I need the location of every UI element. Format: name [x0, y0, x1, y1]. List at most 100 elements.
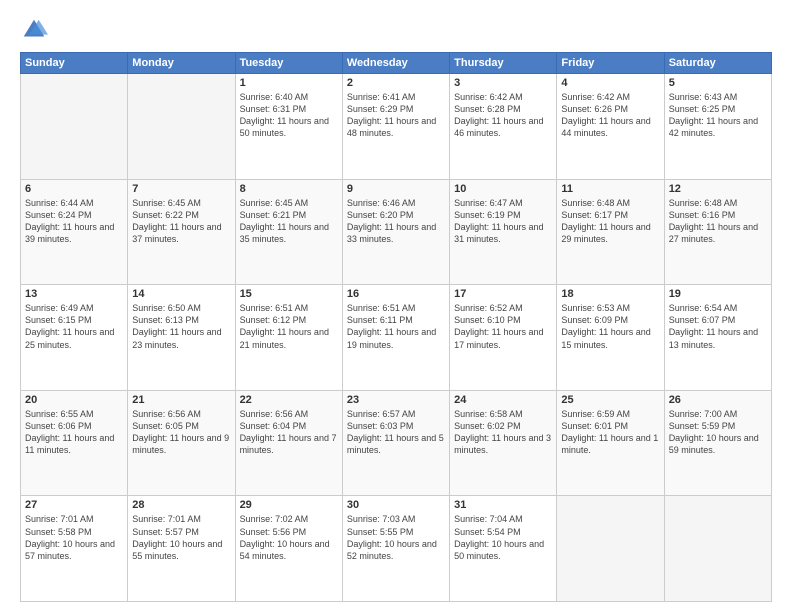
day-number: 31 [454, 499, 552, 511]
calendar-cell: 4 Sunrise: 6:42 AM Sunset: 6:26 PM Daylig… [557, 74, 664, 180]
day-info: Sunrise: 6:46 AM Sunset: 6:20 PM Dayligh… [347, 197, 445, 246]
day-number: 15 [240, 288, 338, 300]
calendar-cell: 2Sunrise: 6:41 AM Sunset: 6:29 PM Daylig… [342, 74, 449, 180]
day-info: Sunrise: 6:42 AM Sunset: 6:26 PM Dayligh… [561, 91, 659, 140]
day-number: 6 [25, 183, 123, 195]
day-info: Sunrise: 6:52 AM Sunset: 6:10 PM Dayligh… [454, 302, 552, 351]
weekday-header-tuesday: Tuesday [235, 53, 342, 74]
day-number: 18 [561, 288, 659, 300]
day-number: 16 [347, 288, 445, 300]
calendar-cell [557, 496, 664, 602]
calendar-cell: 1 Sunrise: 6:40 AM Sunset: 6:31 PM Daylig… [235, 74, 342, 180]
day-number: 25 [561, 394, 659, 406]
day-info: Sunrise: 6:55 AM Sunset: 6:06 PM Dayligh… [25, 408, 123, 457]
day-info: Sunrise: 6:40 AM Sunset: 6:31 PM Dayligh… [240, 91, 338, 140]
day-info: Sunrise: 7:03 AM Sunset: 5:55 PM Dayligh… [347, 513, 445, 562]
calendar-cell: 3 Sunrise: 6:42 AM Sunset: 6:28 PM Daylig… [450, 74, 557, 180]
day-info: Sunrise: 6:53 AM Sunset: 6:09 PM Dayligh… [561, 302, 659, 351]
day-info: Sunrise: 6:51 AM Sunset: 6:12 PM Dayligh… [240, 302, 338, 351]
day-number: 29 [240, 499, 338, 511]
day-number: 14 [132, 288, 230, 300]
calendar-cell: 9 Sunrise: 6:46 AM Sunset: 6:20 PM Daylig… [342, 179, 449, 285]
calendar-cell: 20 Sunrise: 6:55 AM Sunset: 6:06 PM Dayli… [21, 390, 128, 496]
calendar-cell: 5 Sunrise: 6:43 AM Sunset: 6:25 PM Daylig… [664, 74, 771, 180]
day-info: Sunrise: 6:56 AM Sunset: 6:04 PM Dayligh… [240, 408, 338, 457]
day-number: 2 [347, 77, 445, 89]
calendar-week-row: 1 Sunrise: 6:40 AM Sunset: 6:31 PM Daylig… [21, 74, 772, 180]
calendar-week-row: 27 Sunrise: 7:01 AM Sunset: 5:58 PM Dayli… [21, 496, 772, 602]
calendar-cell: 17Sunrise: 6:52 AM Sunset: 6:10 PM Dayli… [450, 285, 557, 391]
day-info: Sunrise: 6:48 AM Sunset: 6:16 PM Dayligh… [669, 197, 767, 246]
calendar-cell: 31 Sunrise: 7:04 AM Sunset: 5:54 PM Dayli… [450, 496, 557, 602]
day-number: 23 [347, 394, 445, 406]
day-number: 3 [454, 77, 552, 89]
calendar-cell: 25 Sunrise: 6:59 AM Sunset: 6:01 PM Dayli… [557, 390, 664, 496]
weekday-header-friday: Friday [557, 53, 664, 74]
weekday-header-sunday: Sunday [21, 53, 128, 74]
calendar-week-row: 13Sunrise: 6:49 AM Sunset: 6:15 PM Dayli… [21, 285, 772, 391]
calendar-cell: 21 Sunrise: 6:56 AM Sunset: 6:05 PM Dayli… [128, 390, 235, 496]
calendar-cell: 19 Sunrise: 6:54 AM Sunset: 6:07 PM Dayli… [664, 285, 771, 391]
day-number: 26 [669, 394, 767, 406]
calendar-cell: 28Sunrise: 7:01 AM Sunset: 5:57 PM Dayli… [128, 496, 235, 602]
calendar-cell: 13Sunrise: 6:49 AM Sunset: 6:15 PM Dayli… [21, 285, 128, 391]
day-info: Sunrise: 7:02 AM Sunset: 5:56 PM Dayligh… [240, 513, 338, 562]
logo-icon [20, 16, 48, 44]
calendar-week-row: 20 Sunrise: 6:55 AM Sunset: 6:06 PM Dayli… [21, 390, 772, 496]
calendar-cell: 30 Sunrise: 7:03 AM Sunset: 5:55 PM Dayli… [342, 496, 449, 602]
day-number: 19 [669, 288, 767, 300]
weekday-header-wednesday: Wednesday [342, 53, 449, 74]
day-info: Sunrise: 6:57 AM Sunset: 6:03 PM Dayligh… [347, 408, 445, 457]
calendar-week-row: 6 Sunrise: 6:44 AM Sunset: 6:24 PM Daylig… [21, 179, 772, 285]
day-info: Sunrise: 6:54 AM Sunset: 6:07 PM Dayligh… [669, 302, 767, 351]
page: SundayMondayTuesdayWednesdayThursdayFrid… [0, 0, 792, 612]
calendar-cell: 22 Sunrise: 6:56 AM Sunset: 6:04 PM Dayli… [235, 390, 342, 496]
calendar-cell: 8 Sunrise: 6:45 AM Sunset: 6:21 PM Daylig… [235, 179, 342, 285]
logo [20, 16, 52, 44]
calendar-cell: 18 Sunrise: 6:53 AM Sunset: 6:09 PM Dayli… [557, 285, 664, 391]
day-number: 30 [347, 499, 445, 511]
day-info: Sunrise: 7:00 AM Sunset: 5:59 PM Dayligh… [669, 408, 767, 457]
day-number: 9 [347, 183, 445, 195]
day-info: Sunrise: 6:47 AM Sunset: 6:19 PM Dayligh… [454, 197, 552, 246]
day-number: 27 [25, 499, 123, 511]
calendar-cell: 15 Sunrise: 6:51 AM Sunset: 6:12 PM Dayli… [235, 285, 342, 391]
day-number: 20 [25, 394, 123, 406]
day-info: Sunrise: 6:45 AM Sunset: 6:21 PM Dayligh… [240, 197, 338, 246]
day-number: 21 [132, 394, 230, 406]
calendar-cell: 23 Sunrise: 6:57 AM Sunset: 6:03 PM Dayli… [342, 390, 449, 496]
calendar-cell [21, 74, 128, 180]
day-info: Sunrise: 6:49 AM Sunset: 6:15 PM Dayligh… [25, 302, 123, 351]
day-info: Sunrise: 6:59 AM Sunset: 6:01 PM Dayligh… [561, 408, 659, 457]
calendar-cell: 27 Sunrise: 7:01 AM Sunset: 5:58 PM Dayli… [21, 496, 128, 602]
day-info: Sunrise: 6:45 AM Sunset: 6:22 PM Dayligh… [132, 197, 230, 246]
calendar-table: SundayMondayTuesdayWednesdayThursdayFrid… [20, 52, 772, 602]
day-info: Sunrise: 6:56 AM Sunset: 6:05 PM Dayligh… [132, 408, 230, 457]
day-info: Sunrise: 6:48 AM Sunset: 6:17 PM Dayligh… [561, 197, 659, 246]
day-number: 1 [240, 77, 338, 89]
day-number: 22 [240, 394, 338, 406]
weekday-header-monday: Monday [128, 53, 235, 74]
day-info: Sunrise: 6:43 AM Sunset: 6:25 PM Dayligh… [669, 91, 767, 140]
calendar-cell: 24 Sunrise: 6:58 AM Sunset: 6:02 PM Dayli… [450, 390, 557, 496]
day-number: 7 [132, 183, 230, 195]
day-number: 5 [669, 77, 767, 89]
day-info: Sunrise: 7:01 AM Sunset: 5:58 PM Dayligh… [25, 513, 123, 562]
calendar-cell: 16Sunrise: 6:51 AM Sunset: 6:11 PM Dayli… [342, 285, 449, 391]
day-number: 12 [669, 183, 767, 195]
day-info: Sunrise: 6:58 AM Sunset: 6:02 PM Dayligh… [454, 408, 552, 457]
day-number: 4 [561, 77, 659, 89]
day-info: Sunrise: 6:44 AM Sunset: 6:24 PM Dayligh… [25, 197, 123, 246]
day-number: 8 [240, 183, 338, 195]
calendar-cell [128, 74, 235, 180]
weekday-header-saturday: Saturday [664, 53, 771, 74]
calendar-cell: 12 Sunrise: 6:48 AM Sunset: 6:16 PM Dayli… [664, 179, 771, 285]
calendar-cell [664, 496, 771, 602]
calendar-cell: 10Sunrise: 6:47 AM Sunset: 6:19 PM Dayli… [450, 179, 557, 285]
day-info: Sunrise: 7:04 AM Sunset: 5:54 PM Dayligh… [454, 513, 552, 562]
calendar-cell: 14Sunrise: 6:50 AM Sunset: 6:13 PM Dayli… [128, 285, 235, 391]
day-info: Sunrise: 6:42 AM Sunset: 6:28 PM Dayligh… [454, 91, 552, 140]
weekday-header-row: SundayMondayTuesdayWednesdayThursdayFrid… [21, 53, 772, 74]
day-number: 24 [454, 394, 552, 406]
day-info: Sunrise: 7:01 AM Sunset: 5:57 PM Dayligh… [132, 513, 230, 562]
